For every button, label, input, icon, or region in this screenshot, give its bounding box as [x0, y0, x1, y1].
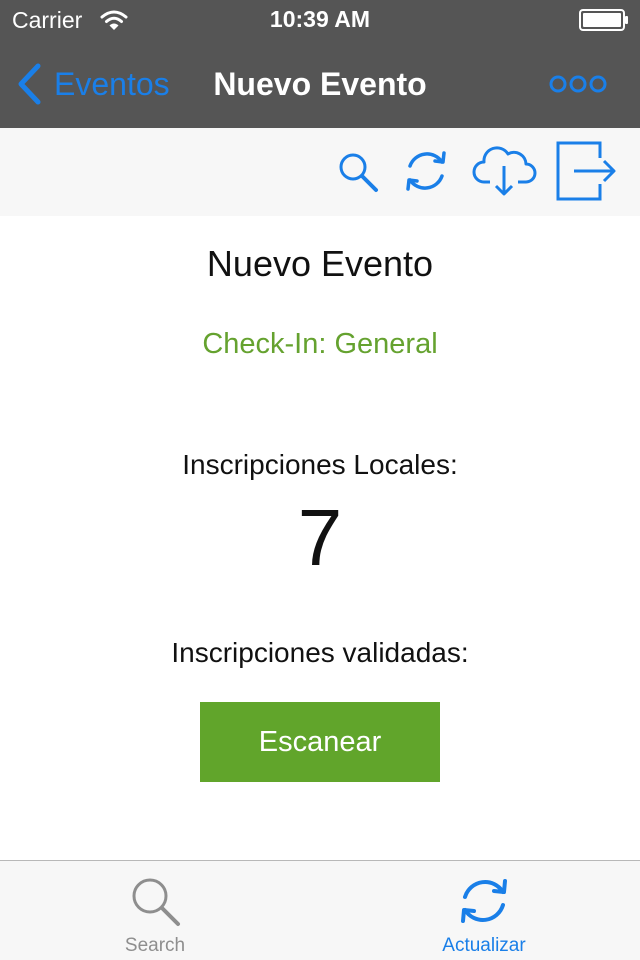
cloud-download-icon[interactable] — [472, 144, 538, 198]
tab-bar: Search Actualizar — [0, 860, 640, 960]
chevron-left-icon — [18, 63, 41, 105]
sync-icon[interactable] — [402, 146, 450, 196]
event-title: Nuevo Evento — [206, 243, 434, 284]
tab-update-label: Actualizar — [442, 935, 526, 956]
local-registrations-count: 7 — [297, 493, 343, 582]
battery-icon — [579, 9, 628, 31]
tab-search-label: Search — [124, 935, 186, 956]
back-button-label: Eventos — [54, 65, 170, 102]
navigation-bar: Eventos Nuevo Evento — [0, 40, 640, 128]
back-button[interactable]: Eventos — [16, 60, 170, 108]
checkin-label: Check-In: General — [202, 328, 438, 360]
local-registrations-label: Inscripciones Locales: — [182, 449, 458, 480]
search-icon[interactable] — [336, 150, 380, 194]
search-icon — [132, 878, 180, 926]
event-content: Nuevo Evento Check-In: General Inscripci… — [0, 216, 640, 860]
status-bar: Carrier 10:39 AM — [0, 0, 640, 40]
sync-icon — [461, 879, 507, 923]
status-time: 10:39 AM — [269, 6, 371, 32]
tab-update[interactable]: Actualizar — [384, 861, 584, 960]
validated-registrations-label: Inscripciones validadas: — [171, 637, 469, 668]
more-options-icon[interactable] — [548, 70, 608, 98]
exit-icon[interactable] — [554, 140, 620, 202]
action-toolbar — [0, 128, 640, 216]
tab-search[interactable]: Search — [55, 861, 255, 960]
scan-button[interactable]: Escanear — [200, 702, 440, 782]
